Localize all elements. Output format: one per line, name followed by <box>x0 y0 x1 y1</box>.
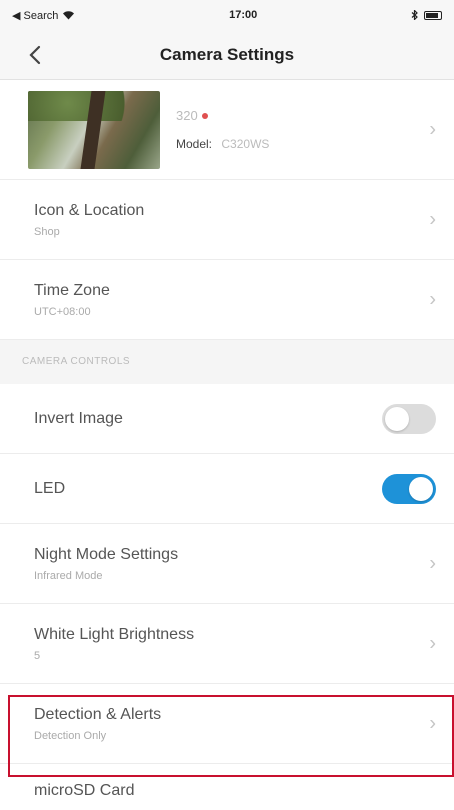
chevron-right-icon: › <box>429 288 436 310</box>
time-zone-title: Time Zone <box>34 281 110 299</box>
device-name-text: 320 <box>176 108 198 123</box>
invert-image-row: Invert Image <box>0 384 454 454</box>
camera-controls-header: CAMERA CONTROLS <box>0 340 454 384</box>
back-button[interactable] <box>22 42 48 68</box>
microsd-title: microSD Card <box>34 782 135 799</box>
chevron-right-icon: › <box>429 552 436 574</box>
night-mode-row[interactable]: Night Mode Settings Infrared Mode › <box>0 524 454 604</box>
device-info: 320 Model: C320WS <box>176 108 269 151</box>
bluetooth-icon <box>411 10 418 20</box>
camera-thumbnail <box>28 90 160 169</box>
night-mode-value: Infrared Mode <box>34 569 103 582</box>
icon-location-title: Icon & Location <box>34 201 145 219</box>
microsd-row[interactable]: microSD Card <box>0 764 454 810</box>
night-mode-title: Night Mode Settings <box>34 545 179 563</box>
toggle-knob <box>409 476 433 501</box>
time-zone-value: UTC+08:00 <box>34 305 91 318</box>
status-right <box>411 10 442 20</box>
status-left: ◀ Search <box>12 9 75 22</box>
device-row[interactable]: 320 Model: C320WS › <box>0 80 454 180</box>
white-light-row[interactable]: White Light Brightness 5 › <box>0 604 454 684</box>
device-model: Model: C320WS <box>176 137 269 151</box>
wifi-icon <box>63 11 75 20</box>
model-value: C320WS <box>221 137 270 151</box>
navigation-bar: Camera Settings <box>0 30 454 80</box>
toggle-knob <box>385 406 409 431</box>
page-title: Camera Settings <box>159 44 295 64</box>
model-label: Model: <box>176 137 213 151</box>
led-title: LED <box>34 479 66 497</box>
led-row: LED <box>0 454 454 524</box>
status-time: 17:00 <box>229 9 258 21</box>
detection-alerts-value: Detection Only <box>34 729 107 742</box>
detection-alerts-row[interactable]: Detection & Alerts Detection Only › <box>0 684 454 764</box>
device-name: 320 <box>176 108 269 123</box>
time-zone-row[interactable]: Time Zone UTC+08:00 › <box>0 260 454 340</box>
invert-image-toggle[interactable] <box>382 403 436 434</box>
status-bar: ◀ Search 17:00 <box>0 0 454 30</box>
invert-image-title: Invert Image <box>34 409 123 427</box>
chevron-right-icon: › <box>429 208 436 230</box>
chevron-right-icon: › <box>429 632 436 654</box>
icon-location-value: Shop <box>34 225 60 238</box>
back-to-app-label[interactable]: ◀ Search <box>12 9 58 22</box>
icon-location-row[interactable]: Icon & Location Shop › <box>0 180 454 260</box>
white-light-value: 5 <box>34 649 41 662</box>
detection-alerts-title: Detection & Alerts <box>34 705 162 723</box>
white-light-title: White Light Brightness <box>34 625 195 643</box>
led-toggle[interactable] <box>382 473 436 504</box>
chevron-right-icon: › <box>429 712 436 734</box>
chevron-right-icon: › <box>429 118 436 140</box>
chevron-left-icon <box>29 45 41 65</box>
status-dot-icon <box>201 112 208 119</box>
battery-icon <box>423 10 442 20</box>
